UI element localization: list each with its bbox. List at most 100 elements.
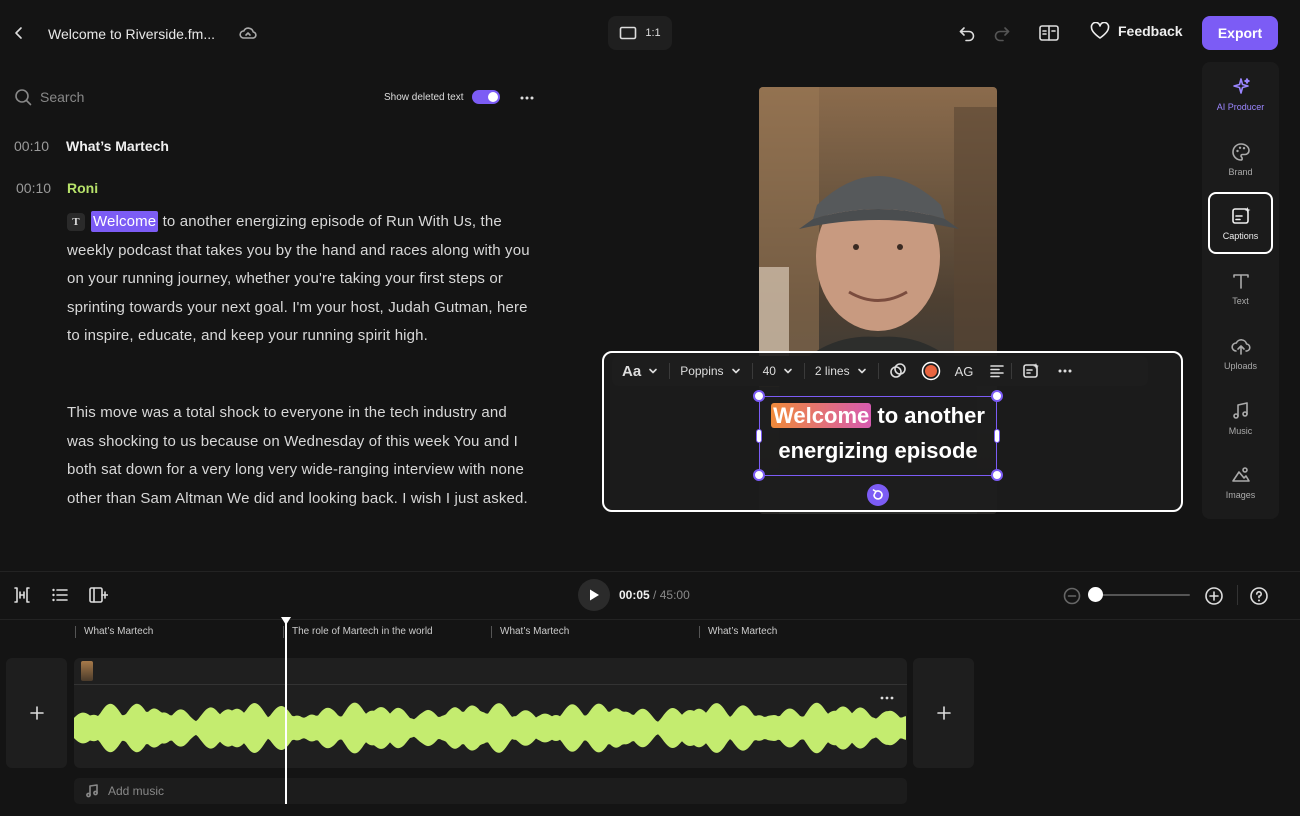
toolbar-more-button[interactable]: [1050, 356, 1080, 386]
font-size-dropdown[interactable]: 40: [753, 356, 804, 386]
redo-icon: [994, 27, 1010, 42]
rail-item-music[interactable]: Music: [1202, 400, 1279, 436]
caption-sparkle-icon: [1023, 363, 1040, 378]
caption-line-1: Welcome to another: [759, 403, 997, 429]
plus-circle-icon: [1205, 587, 1223, 605]
rail-label: Music: [1228, 426, 1253, 436]
resize-handle-top-left[interactable]: [753, 390, 765, 402]
music-icon: [1232, 402, 1248, 419]
caption-text: to another: [871, 403, 985, 428]
color-swatch-icon: [921, 361, 940, 381]
chapters-list-button[interactable]: [50, 586, 70, 604]
transcript-paragraph[interactable]: This move was a total shock to everyone …: [67, 399, 537, 513]
rail-label: Captions: [1222, 231, 1259, 241]
split-view-icon: [1039, 25, 1059, 41]
section-timestamp[interactable]: 00:10: [14, 138, 49, 154]
fit-width-icon: [14, 587, 30, 603]
rail-label: AI Producer: [1216, 102, 1265, 112]
text-case-label: AG: [954, 363, 974, 379]
caption-style-dropdown[interactable]: Aa: [612, 356, 669, 386]
lines-label: 2 lines: [814, 364, 850, 378]
upload-cloud-icon: [1230, 339, 1251, 355]
add-layout-button[interactable]: [88, 586, 108, 604]
lines-dropdown[interactable]: 2 lines: [805, 356, 878, 386]
playhead-cap-icon: [281, 617, 291, 625]
transcript-more-button[interactable]: [518, 92, 536, 104]
speaker-name[interactable]: Roni: [67, 180, 98, 196]
more-horizontal-icon: [520, 96, 534, 100]
add-music-row[interactable]: Add music: [74, 778, 907, 804]
search-placeholder: Search: [40, 89, 85, 105]
plus-icon: [29, 706, 44, 720]
rail-item-captions[interactable]: Captions: [1208, 192, 1273, 254]
toggle-switch[interactable]: [471, 90, 500, 104]
highlighted-word[interactable]: Welcome: [91, 211, 159, 232]
image-icon: [1231, 467, 1250, 482]
zoom-out-button[interactable]: [1063, 587, 1081, 605]
resize-handle-bottom-left[interactable]: [753, 469, 765, 481]
help-button[interactable]: [1249, 586, 1269, 606]
resize-handle-top-right[interactable]: [991, 390, 1003, 402]
zoom-slider-knob[interactable]: [1088, 587, 1103, 602]
rail-item-uploads[interactable]: Uploads: [1202, 335, 1279, 371]
playhead-handle[interactable]: [280, 616, 292, 626]
fit-timeline-button[interactable]: [12, 586, 32, 604]
font-label: Poppins: [680, 364, 724, 378]
style-label: Aa: [622, 362, 642, 380]
ruler-divider: [0, 619, 1300, 620]
search-input[interactable]: Search: [14, 88, 84, 106]
plus-icon: [936, 706, 951, 720]
rail-item-text[interactable]: Text: [1202, 270, 1279, 306]
chapter-marker[interactable]: The role of Martech in the world: [283, 626, 433, 638]
add-clip-before-button[interactable]: [6, 658, 67, 768]
chapter-marker[interactable]: What’s Martech: [75, 626, 153, 638]
ai-caption-button[interactable]: [1012, 356, 1050, 386]
add-clip-after-button[interactable]: [913, 658, 974, 768]
time-readout: 00:05 / 45:00: [619, 588, 690, 602]
font-dropdown[interactable]: Poppins: [670, 356, 751, 386]
chapter-marker[interactable]: What’s Martech: [699, 626, 777, 638]
chevron-down-icon: [731, 368, 740, 374]
layout-toggle-button[interactable]: [1038, 23, 1060, 43]
play-button[interactable]: [578, 579, 610, 611]
help-circle-icon: [1250, 587, 1268, 605]
transcript-paragraph[interactable]: T Welcome to another energizing episode o…: [67, 208, 537, 351]
rail-item-ai-producer[interactable]: AI Producer: [1202, 76, 1279, 112]
redo-button[interactable]: [992, 23, 1012, 43]
export-button[interactable]: Export: [1202, 16, 1278, 50]
speaker-timestamp[interactable]: 00:10: [16, 180, 51, 196]
undo-button[interactable]: [957, 23, 977, 43]
font-size-label: 40: [762, 364, 776, 378]
resize-handle-bottom-right[interactable]: [991, 469, 1003, 481]
waveform-shape: [74, 702, 906, 754]
effects-button[interactable]: [879, 356, 917, 386]
playhead[interactable]: [285, 620, 287, 804]
text-case-button[interactable]: AG: [945, 356, 984, 386]
timeline-divider: [0, 571, 1300, 572]
add-layout-icon: [89, 587, 108, 603]
show-deleted-toggle[interactable]: Show deleted text: [384, 90, 500, 104]
frame-icon: [620, 26, 637, 40]
sparkle-icon: [1232, 78, 1250, 94]
heart-icon: [1090, 22, 1110, 39]
aspect-ratio-button[interactable]: 1:1: [608, 16, 672, 50]
more-horizontal-icon: [1058, 369, 1072, 373]
zoom-in-button[interactable]: [1204, 586, 1224, 606]
align-button[interactable]: [983, 356, 1011, 386]
tool-rail: AI Producer Brand Captions Text Uploads …: [1202, 62, 1279, 519]
chevron-down-icon: [784, 368, 792, 374]
rail-item-images[interactable]: Images: [1202, 464, 1279, 500]
palette-icon: [1231, 143, 1250, 161]
caption-line-2: energizing episode: [778, 438, 978, 463]
rail-label: Brand: [1228, 167, 1253, 177]
zoom-slider-track[interactable]: [1090, 594, 1190, 596]
align-left-icon: [990, 365, 1005, 378]
rail-item-brand[interactable]: Brand: [1202, 141, 1279, 177]
section-title[interactable]: What’s Martech: [66, 138, 169, 154]
back-button[interactable]: [8, 22, 30, 44]
feedback-button[interactable]: Feedback: [1090, 22, 1183, 40]
color-button[interactable]: [917, 356, 945, 386]
rotate-handle[interactable]: [867, 484, 889, 506]
project-title[interactable]: Welcome to Riverside.fm...: [48, 26, 215, 42]
chapter-marker[interactable]: What’s Martech: [491, 626, 569, 638]
